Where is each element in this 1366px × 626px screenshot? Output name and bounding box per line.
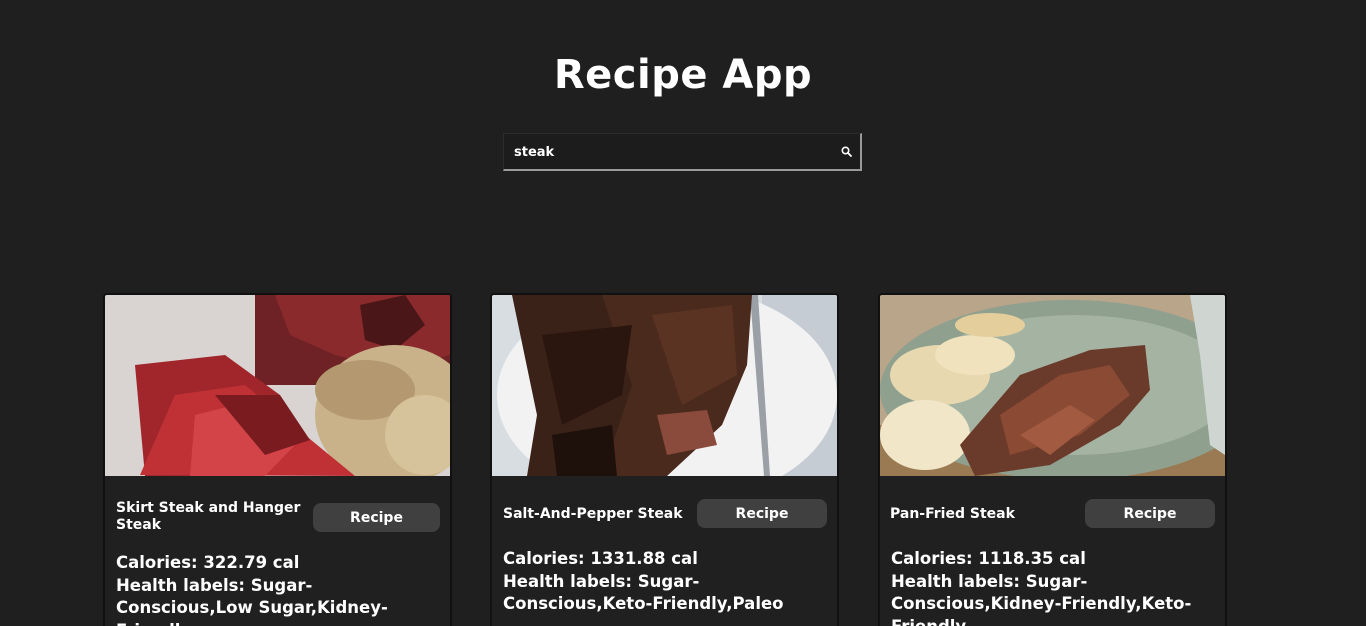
- recipe-button[interactable]: Recipe: [1085, 499, 1215, 528]
- recipe-button[interactable]: Recipe: [313, 503, 440, 532]
- page-title: Recipe App: [553, 52, 813, 98]
- recipe-image: [105, 295, 450, 476]
- recipe-health-labels: Health labels: Sugar-Conscious,Kidney-Fr…: [891, 571, 1192, 626]
- recipe-app: Recipe App Skirt Steak and Hanger Steak …: [0, 0, 1366, 626]
- recipe-info: Calories: 1118.35 cal Health labels: Sug…: [891, 548, 1221, 626]
- recipe-calories: Calories: 322.79 cal: [116, 553, 300, 572]
- search-icon[interactable]: [840, 145, 854, 159]
- recipe-health-labels: Health labels: Sugar-Conscious,Keto-Frie…: [503, 571, 784, 614]
- recipe-button[interactable]: Recipe: [697, 499, 827, 528]
- recipe-card: Skirt Steak and Hanger Steak Recipe Calo…: [103, 293, 452, 626]
- recipe-calories: Calories: 1331.88 cal: [503, 549, 698, 568]
- search-box: [503, 133, 862, 171]
- recipe-image: [880, 295, 1225, 476]
- recipe-name: Salt-And-Pepper Steak: [503, 506, 683, 522]
- search-input[interactable]: [514, 140, 824, 164]
- recipe-health-labels: Health labels: Sugar-Conscious,Low Sugar…: [116, 575, 388, 626]
- recipe-name: Skirt Steak and Hanger Steak: [116, 500, 301, 533]
- recipe-calories: Calories: 1118.35 cal: [891, 549, 1086, 568]
- recipe-card: Pan-Fried Steak Recipe Calories: 1118.35…: [878, 293, 1227, 626]
- recipe-card: Salt-And-Pepper Steak Recipe Calories: 1…: [490, 293, 839, 626]
- recipe-info: Calories: 1331.88 cal Health labels: Sug…: [503, 548, 833, 616]
- recipe-name: Pan-Fried Steak: [890, 506, 1015, 522]
- recipe-info: Calories: 322.79 cal Health labels: Suga…: [116, 552, 446, 626]
- recipe-image: [492, 295, 837, 476]
